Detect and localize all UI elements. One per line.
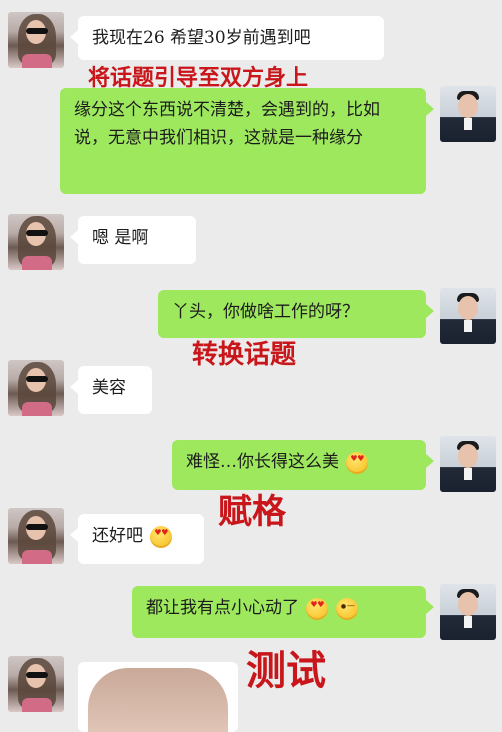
incoming-image-message[interactable]: [78, 662, 238, 732]
avatar-clothing: [22, 256, 52, 270]
outgoing-message-bubble[interactable]: 难怪…你长得这么美: [172, 440, 434, 490]
message-text: 还好吧: [92, 526, 143, 546]
heart-eyes-emoji: [150, 525, 173, 548]
avatar-clothing: [22, 54, 52, 68]
avatar-clothing: [22, 402, 52, 416]
heart-eyes-emoji: [346, 451, 369, 474]
message-text: 难怪…你长得这么美: [186, 452, 339, 472]
avatar-glasses: [26, 376, 48, 382]
avatar-face: [458, 444, 478, 468]
incoming-message-bubble[interactable]: 美容: [70, 366, 152, 414]
message-text: 美容: [92, 378, 126, 398]
avatar-glasses: [26, 230, 48, 236]
avatar-face: [458, 94, 478, 118]
message-text: 丫头，你做啥工作的呀？: [172, 302, 359, 322]
heart-eyes-emoji: [306, 597, 329, 620]
message-text: 嗯 是啊: [92, 228, 149, 248]
avatar-face: [458, 592, 478, 616]
incoming-message-bubble[interactable]: 我现在26 希望30岁前遇到吧: [70, 16, 384, 60]
self-avatar[interactable]: [440, 436, 496, 492]
message-text: 都让我有点小心动了: [146, 598, 299, 618]
photo-thumbnail: [88, 668, 228, 732]
avatar-collar: [464, 320, 472, 332]
annotation-label: 转换话题: [192, 340, 297, 370]
message-text: 缘分这个东西说不清楚，会遇到的，比如说，无意中我们相识，这就是一种缘分: [74, 100, 380, 148]
avatar-collar: [464, 616, 472, 628]
incoming-message-bubble[interactable]: 嗯 是啊: [70, 216, 196, 264]
outgoing-message-bubble[interactable]: 丫头，你做啥工作的呀？: [158, 290, 434, 338]
contact-avatar[interactable]: [8, 508, 64, 564]
contact-avatar[interactable]: [8, 656, 64, 712]
contact-avatar[interactable]: [8, 214, 64, 270]
contact-avatar[interactable]: [8, 12, 64, 68]
avatar-glasses: [26, 524, 48, 530]
self-avatar[interactable]: [440, 86, 496, 142]
annotation-label: 赋格: [218, 492, 286, 532]
outgoing-message-bubble[interactable]: 缘分这个东西说不清楚，会遇到的，比如说，无意中我们相识，这就是一种缘分: [60, 88, 434, 194]
contact-avatar[interactable]: [8, 360, 64, 416]
avatar-glasses: [26, 28, 48, 34]
avatar-clothing: [22, 550, 52, 564]
avatar-collar: [464, 118, 472, 130]
avatar-face: [458, 296, 478, 320]
outgoing-message-bubble[interactable]: 都让我有点小心动了: [132, 586, 434, 638]
message-text: 我现在26 希望30岁前遇到吧: [92, 28, 311, 48]
self-avatar[interactable]: [440, 288, 496, 344]
tongue-wink-emoji: [335, 597, 358, 620]
avatar-glasses: [26, 672, 48, 678]
incoming-message-bubble[interactable]: 还好吧: [70, 514, 204, 564]
avatar-collar: [464, 468, 472, 480]
self-avatar[interactable]: [440, 584, 496, 640]
annotation-label: 测试: [246, 647, 326, 694]
avatar-clothing: [22, 698, 52, 712]
